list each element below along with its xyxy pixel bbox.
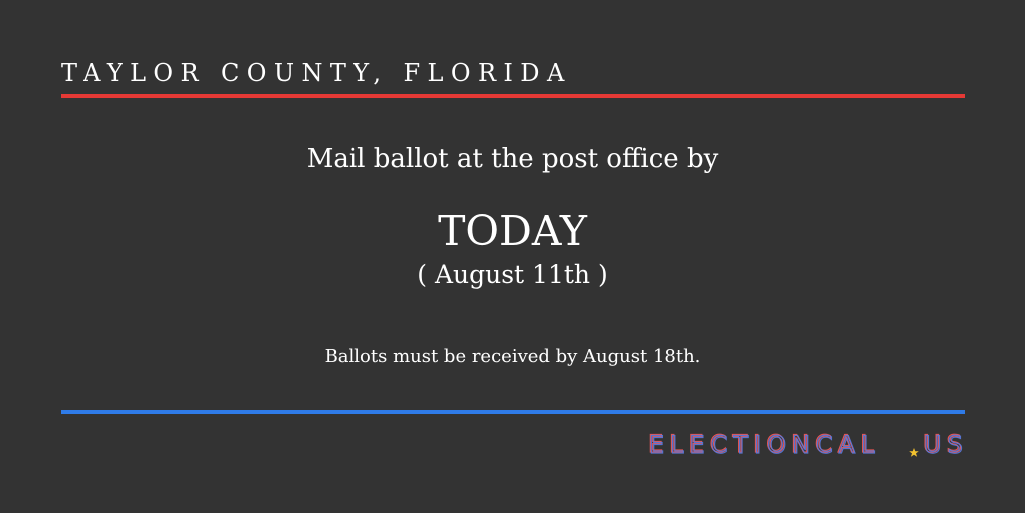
mail-instruction: Mail ballot at the post office by [306, 144, 719, 174]
red-divider [61, 94, 965, 98]
deadline-date: ( August 11th ) [417, 260, 608, 289]
svg-text:US: US [924, 431, 968, 459]
electioncal-logo: ELECTIONCAL ELECTIONCAL US US [648, 429, 968, 459]
county-title: TAYLOR COUNTY, FLORIDA [61, 59, 572, 87]
election-card: TAYLOR COUNTY, FLORIDA Mail ballot at th… [0, 0, 1025, 513]
blue-divider [61, 410, 965, 414]
svg-text:ELECTIONCAL: ELECTIONCAL [649, 431, 881, 459]
deadline-heading: TODAY [438, 207, 587, 255]
star-icon [909, 448, 919, 457]
received-note: Ballots must be received by August 18th. [324, 346, 701, 367]
